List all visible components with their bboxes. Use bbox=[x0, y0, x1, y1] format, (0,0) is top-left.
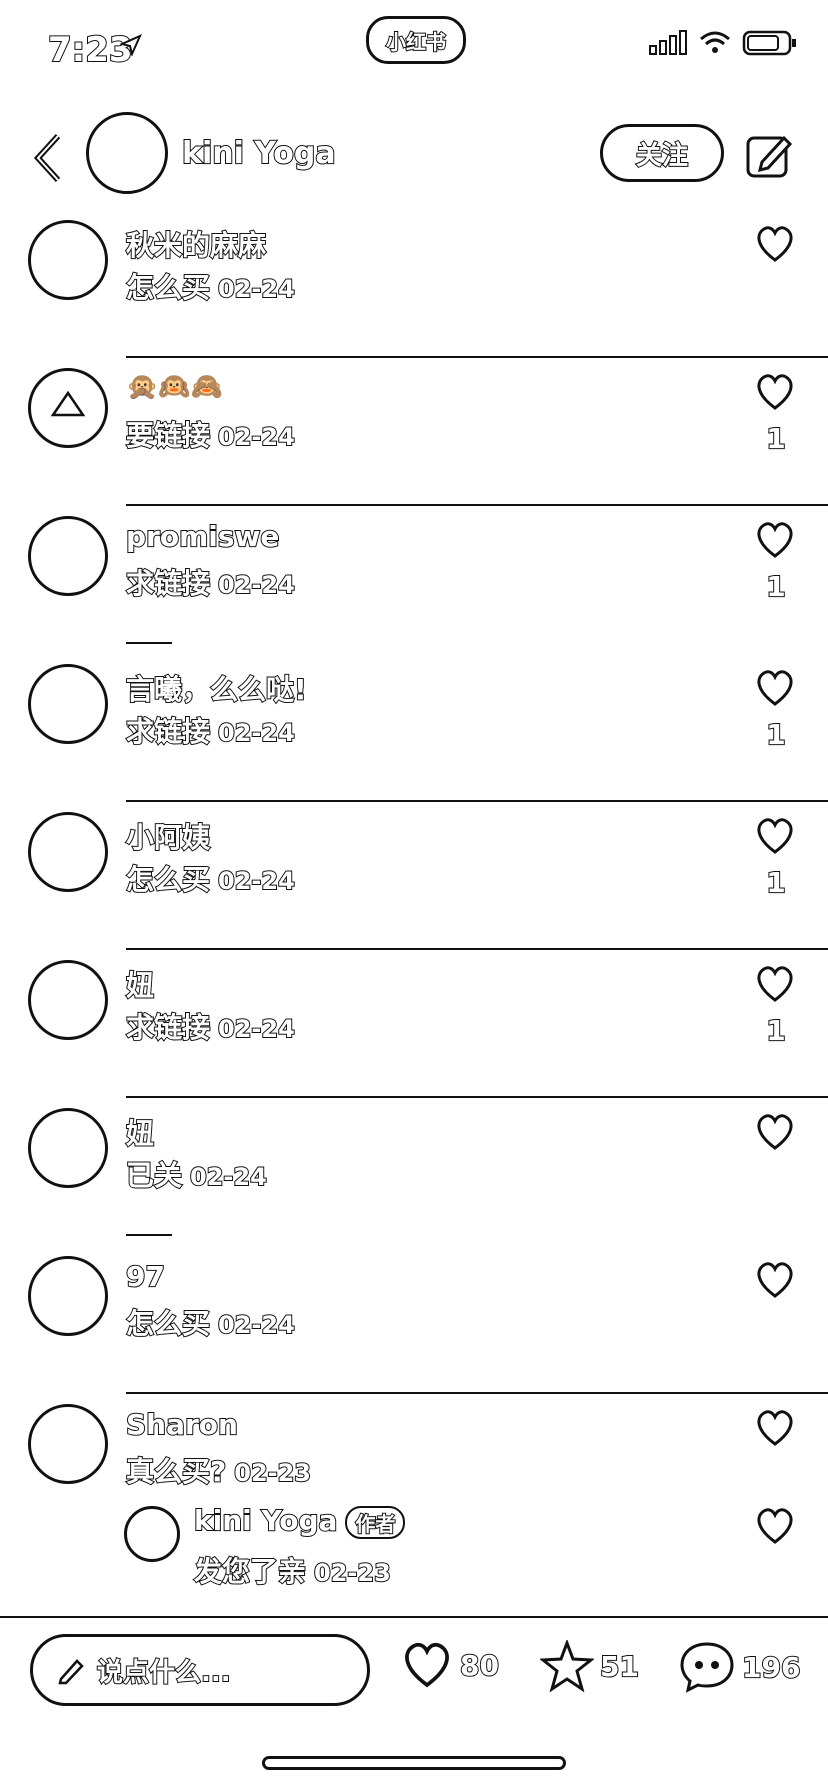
dynamic-island: 小红书 bbox=[366, 16, 466, 64]
comment-text: 求链接 02-24 bbox=[125, 566, 296, 601]
heart-icon[interactable] bbox=[754, 1408, 796, 1448]
comment-text: 求链接 02-24 bbox=[125, 714, 296, 749]
reply-item[interactable]: kini Yoga 作者 发您了亲 02-23 bbox=[0, 1500, 828, 1610]
comment-item[interactable]: promiswe 求链接 02-24 1 bbox=[0, 506, 828, 654]
comment-date: 02-24 bbox=[217, 866, 296, 896]
comment-date: 02-24 bbox=[217, 718, 296, 748]
avatar[interactable] bbox=[28, 664, 108, 744]
star-icon[interactable] bbox=[540, 1640, 594, 1692]
comment-text: 真么买? 02-23 bbox=[125, 1454, 312, 1489]
avatar[interactable] bbox=[28, 1108, 108, 1188]
comment-item[interactable]: 97 怎么买 02-24 bbox=[0, 1246, 828, 1394]
comment-item[interactable]: 妞 已关 02-24 bbox=[0, 1098, 828, 1246]
heart-icon[interactable] bbox=[754, 1260, 796, 1300]
comment-date: 02-24 bbox=[217, 274, 296, 304]
wifi-icon bbox=[700, 31, 730, 53]
comment-author[interactable]: Sharon bbox=[125, 1407, 239, 1442]
comment-text: 已关 02-24 bbox=[125, 1158, 268, 1193]
like-count: 1 bbox=[765, 1013, 786, 1048]
comment-text: 怎么买 02-24 bbox=[125, 862, 296, 897]
comment-author[interactable]: 97 bbox=[125, 1259, 166, 1294]
comment-date: 02-23 bbox=[233, 1458, 312, 1488]
heart-icon[interactable] bbox=[754, 1506, 796, 1546]
avatar[interactable] bbox=[28, 812, 108, 892]
battery-icon bbox=[742, 30, 796, 56]
comment-date: 02-24 bbox=[217, 570, 296, 600]
signal-icon bbox=[649, 30, 687, 55]
comment-item[interactable]: 🙊🙉🙈 要链接 02-24 1 bbox=[0, 358, 828, 506]
comment-date: 02-24 bbox=[217, 1310, 296, 1340]
comment-author[interactable]: 妞 bbox=[125, 1112, 155, 1152]
comment-author[interactable]: 妞 bbox=[125, 964, 155, 1004]
comment-author[interactable]: promiswe bbox=[125, 519, 280, 554]
author-name[interactable]: kini Yoga bbox=[181, 135, 337, 172]
author-avatar[interactable] bbox=[86, 112, 168, 194]
home-indicator[interactable] bbox=[262, 1756, 566, 1770]
author-tag: 作者 bbox=[345, 1505, 406, 1539]
avatar[interactable] bbox=[28, 960, 108, 1040]
heart-icon[interactable] bbox=[754, 668, 796, 708]
bottom-bar: 说点什么... 80 51 196 bbox=[0, 1616, 828, 1728]
heart-icon[interactable] bbox=[400, 1640, 454, 1690]
heart-icon[interactable] bbox=[754, 372, 796, 412]
reply-author[interactable]: kini Yoga 作者 bbox=[193, 1503, 406, 1539]
like-count: 1 bbox=[765, 569, 786, 604]
comment-text: 求链接 02-24 bbox=[125, 1010, 296, 1045]
comment-text: 怎么买 02-24 bbox=[125, 1306, 296, 1341]
heart-icon[interactable] bbox=[754, 964, 796, 1004]
post-header: kini Yoga 关注 bbox=[0, 104, 828, 214]
avatar[interactable] bbox=[28, 1256, 108, 1336]
comment-item[interactable]: 秋米的麻麻 怎么买 02-24 bbox=[0, 210, 828, 358]
comment-date: 02-24 bbox=[189, 1162, 268, 1192]
pencil-icon bbox=[58, 1659, 84, 1685]
heart-icon[interactable] bbox=[754, 224, 796, 264]
star-stat[interactable]: 51 bbox=[540, 1640, 640, 1692]
comment-date: 02-24 bbox=[217, 422, 296, 452]
comment-list: 秋米的麻麻 怎么买 02-24 🙊🙉🙈 要链接 02-24 1 promiswe 求… bbox=[0, 210, 828, 1610]
like-count: 1 bbox=[765, 865, 786, 900]
status-bar: 7:23 小红书 bbox=[0, 0, 828, 90]
comment-text: 怎么买 02-24 bbox=[125, 270, 296, 305]
avatar[interactable] bbox=[28, 220, 108, 300]
comment-author[interactable]: 秋米的麻麻 bbox=[125, 224, 267, 264]
comment-item[interactable]: 小阿姨 怎么买 02-24 1 bbox=[0, 802, 828, 950]
divider bbox=[126, 642, 172, 644]
like-stat[interactable]: 80 bbox=[400, 1640, 500, 1690]
back-icon[interactable] bbox=[30, 130, 70, 186]
comment-date: 02-23 bbox=[313, 1558, 392, 1588]
heart-icon[interactable] bbox=[754, 520, 796, 560]
comment-text: 要链接 02-24 bbox=[125, 418, 296, 453]
location-icon bbox=[120, 34, 142, 56]
follow-button[interactable]: 关注 bbox=[600, 124, 724, 182]
divider bbox=[126, 1234, 172, 1236]
comment-item[interactable]: 言曦，么么哒! 求链接 02-24 1 bbox=[0, 654, 828, 802]
comment-item[interactable]: Sharon 真么买? 02-23 bbox=[0, 1394, 828, 1500]
comment-author[interactable]: 🙊🙉🙈 bbox=[126, 372, 223, 402]
heart-icon[interactable] bbox=[754, 1112, 796, 1152]
comment-date: 02-24 bbox=[217, 1014, 296, 1044]
avatar[interactable] bbox=[124, 1506, 180, 1562]
reply-text: 发您了亲 02-23 bbox=[193, 1554, 392, 1589]
like-count: 1 bbox=[765, 421, 786, 456]
avatar[interactable] bbox=[28, 516, 108, 596]
avatar[interactable] bbox=[28, 368, 108, 448]
comment-icon[interactable] bbox=[678, 1640, 736, 1694]
avatar[interactable] bbox=[28, 1404, 108, 1484]
comment-input[interactable]: 说点什么... bbox=[30, 1634, 370, 1706]
comment-author[interactable]: 小阿姨 bbox=[125, 816, 211, 856]
heart-icon[interactable] bbox=[754, 816, 796, 856]
comment-item[interactable]: 妞 求链接 02-24 1 bbox=[0, 950, 828, 1098]
like-count: 1 bbox=[765, 717, 786, 752]
watermelon-icon bbox=[50, 390, 86, 417]
comment-author[interactable]: 言曦，么么哒! bbox=[125, 668, 308, 708]
status-icons bbox=[648, 30, 798, 56]
comment-stat[interactable]: 196 bbox=[678, 1640, 801, 1694]
edit-icon[interactable] bbox=[744, 130, 794, 180]
